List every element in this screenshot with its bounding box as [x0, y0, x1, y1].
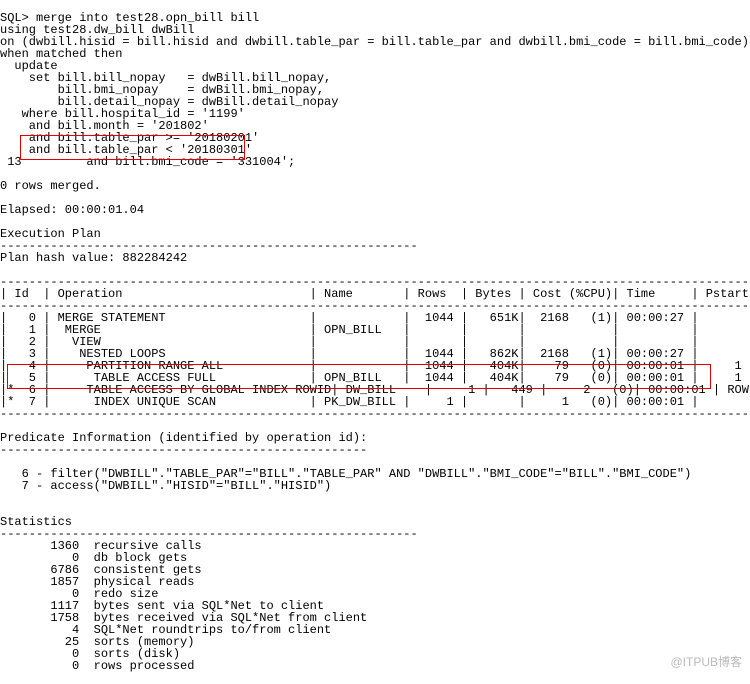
sql-line: 13 and bill.bmi_code = '331004'; — [0, 155, 295, 169]
stat-line: 0 rows processed — [0, 659, 194, 673]
separator: ----------------------------------------… — [0, 443, 367, 457]
watermark: @ITPUB博客 — [670, 656, 742, 668]
elapsed-time: Elapsed: 00:00:01.04 — [0, 203, 144, 217]
table-border: ----------------------------------------… — [0, 407, 750, 421]
plan-hash: Plan hash value: 882284242 — [0, 251, 187, 265]
predicate-line: 7 - access("DWBILL"."HISID"="BILL"."HISI… — [0, 479, 331, 493]
rows-merged: 0 rows merged. — [0, 179, 101, 193]
sql-output: SQL> merge into test28.opn_bill bill usi… — [0, 12, 750, 672]
